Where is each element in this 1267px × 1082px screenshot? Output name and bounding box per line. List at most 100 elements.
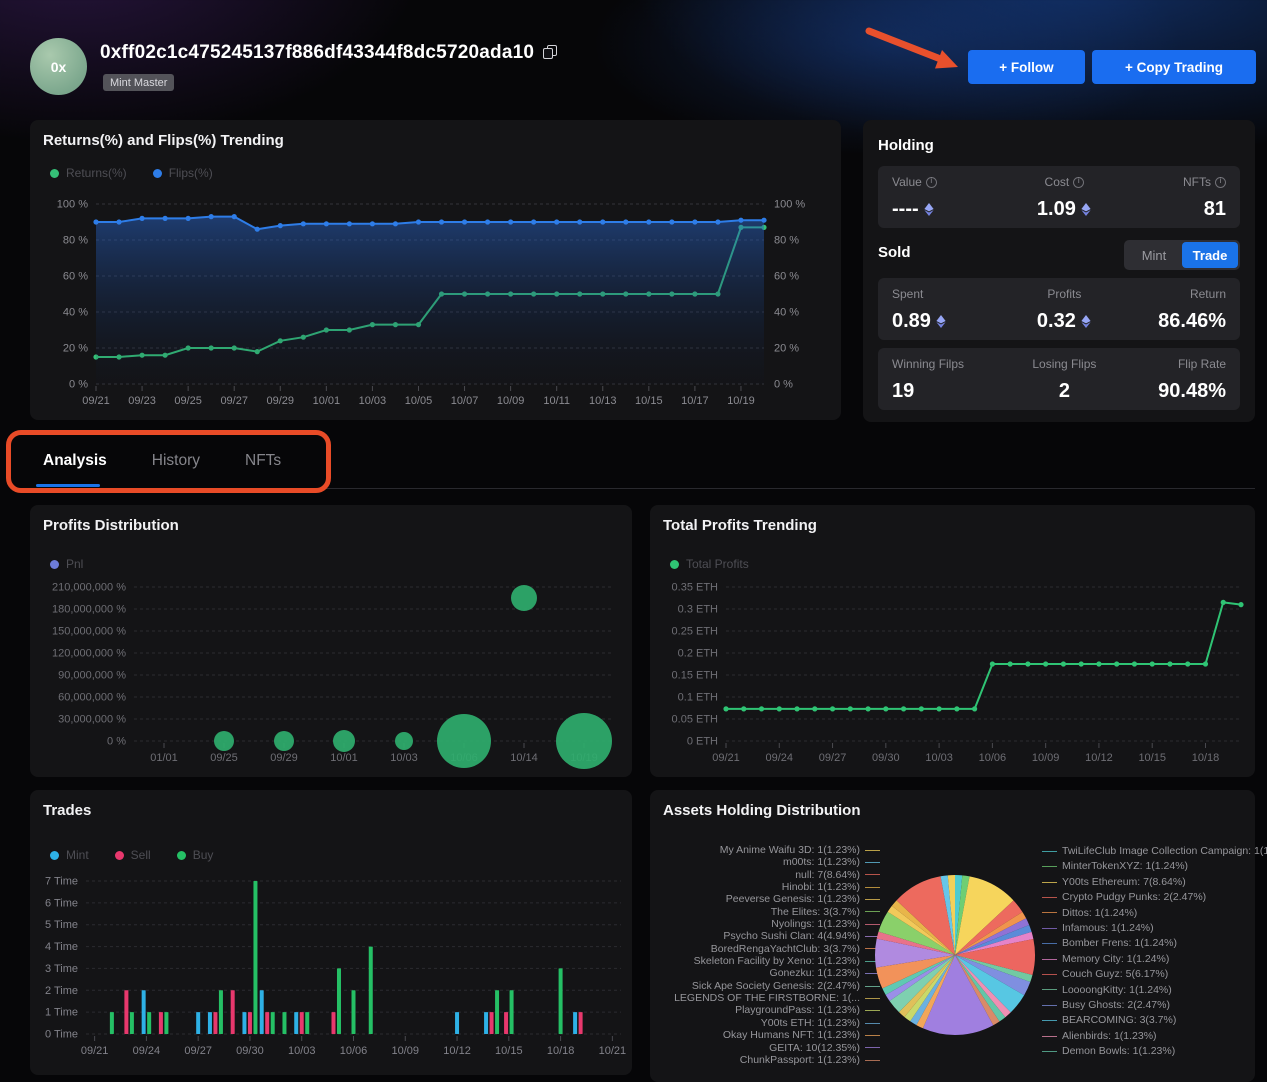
svg-text:30,000,000 %: 30,000,000 %	[58, 714, 126, 726]
svg-text:210,000,000 %: 210,000,000 %	[52, 582, 126, 594]
svg-text:0 %: 0 %	[107, 736, 126, 748]
trades-legend: Mint Sell Buy	[50, 848, 213, 862]
toggle-mint[interactable]: Mint	[1126, 242, 1182, 268]
pie-label: Crypto Pudgy Punks: 2(2.47%)	[1042, 890, 1250, 905]
svg-text:09/29: 09/29	[270, 752, 298, 764]
svg-text:0 %: 0 %	[774, 379, 793, 391]
svg-text:09/30: 09/30	[236, 1045, 264, 1057]
pie-label: Y00ts ETH: 1(1.23%)	[658, 1017, 880, 1029]
copy-address-icon[interactable]	[543, 45, 559, 61]
legend-item-flips[interactable]: Flips(%)	[153, 166, 213, 180]
flip-rate: Flip Rate 90.48%	[1118, 357, 1226, 401]
svg-text:10/03: 10/03	[925, 752, 953, 764]
pie-label: Sick Ape Society Genesis: 2(2.47%)	[658, 980, 880, 992]
avatar: 0x	[30, 38, 87, 95]
legend-item-total-profits[interactable]: Total Profits	[670, 557, 749, 571]
info-icon[interactable]	[926, 177, 937, 188]
legend-item-sell[interactable]: Sell	[115, 848, 151, 862]
info-icon[interactable]	[1073, 177, 1084, 188]
svg-text:10/14: 10/14	[510, 752, 538, 764]
legend-item-pnl[interactable]: Pnl	[50, 557, 83, 571]
eth-icon	[923, 203, 935, 216]
holding-nfts: NFTs 81	[1118, 175, 1226, 219]
returns-legend-dot	[50, 169, 59, 178]
pie-connector-line	[1042, 912, 1057, 913]
sold-return: Return 86.46%	[1118, 287, 1226, 331]
pie-connector-line	[1042, 1020, 1057, 1021]
eth-icon	[1080, 315, 1092, 328]
returns-flips-legend: Returns(%) Flips(%)	[50, 166, 213, 180]
profits-distribution-title: Profits Distribution	[43, 517, 179, 534]
svg-text:09/23: 09/23	[128, 395, 156, 407]
svg-text:1 Time: 1 Time	[45, 1007, 78, 1019]
pie-connector-line	[1042, 897, 1057, 898]
svg-text:3 Time: 3 Time	[45, 963, 78, 975]
holding-cost: Cost 1.09	[1011, 175, 1119, 219]
pie-connector-line	[1042, 882, 1057, 883]
svg-text:10/18: 10/18	[1192, 752, 1220, 764]
pie-label: GEITA: 10(12.35%)	[658, 1042, 880, 1054]
pie-label: Busy Ghosts: 2(2.47%)	[1042, 998, 1250, 1013]
toggle-trade[interactable]: Trade	[1182, 242, 1238, 268]
svg-text:09/27: 09/27	[819, 752, 847, 764]
sold-profits: Profits 0.32	[1011, 287, 1119, 331]
pie-label: Gonezku: 1(1.23%)	[658, 967, 880, 979]
svg-text:0 %: 0 %	[69, 379, 88, 391]
svg-text:10/09: 10/09	[1032, 752, 1060, 764]
pie-label: Memory City: 1(1.24%)	[1042, 952, 1250, 967]
tab-history[interactable]: History	[152, 452, 200, 484]
svg-text:09/21: 09/21	[82, 395, 110, 407]
svg-text:10/09: 10/09	[497, 395, 525, 407]
tab-analysis[interactable]: Analysis	[43, 452, 107, 484]
pie-label: Hinobi: 1(1.23%)	[658, 881, 880, 893]
svg-text:09/21: 09/21	[712, 752, 740, 764]
svg-text:09/29: 09/29	[267, 395, 295, 407]
svg-text:180,000,000 %: 180,000,000 %	[52, 604, 126, 616]
wallet-address-row: 0xff02c1c475245137f886df43344f8dc5720ada…	[100, 42, 559, 64]
pie-labels-left: My Anime Waifu 3D: 1(1.23%)m00ts: 1(1.23…	[658, 844, 880, 1066]
mint-legend-dot	[50, 851, 59, 860]
pie-connector-line	[1042, 959, 1057, 960]
pie-label: Y00ts Ethereum: 7(8.64%)	[1042, 875, 1250, 890]
svg-text:150,000,000 %: 150,000,000 %	[52, 626, 126, 638]
svg-text:5 Time: 5 Time	[45, 919, 78, 931]
profits-distribution-chart: 210,000,000 % 180,000,000 % 150,000,000 % 1…	[34, 575, 628, 771]
svg-text:10/11: 10/11	[543, 395, 570, 407]
svg-text:10/15: 10/15	[635, 395, 663, 407]
svg-text:80 %: 80 %	[63, 235, 88, 247]
pie-label: LoooongKitty: 1(1.24%)	[1042, 983, 1250, 998]
tab-nfts[interactable]: NFTs	[245, 452, 281, 484]
svg-text:10/03: 10/03	[359, 395, 387, 407]
follow-button[interactable]: + Follow	[968, 50, 1085, 84]
pie-connector-line	[1042, 928, 1057, 929]
copy-trading-button[interactable]: + Copy Trading	[1092, 50, 1256, 84]
svg-text:10/09: 10/09	[392, 1045, 420, 1057]
legend-item-buy[interactable]: Buy	[177, 848, 214, 862]
mint-trade-toggle: Mint Trade	[1124, 240, 1240, 270]
svg-text:0.25 ETH: 0.25 ETH	[672, 626, 719, 638]
info-icon[interactable]	[1215, 177, 1226, 188]
svg-text:10/03: 10/03	[390, 752, 418, 764]
sold-stats-row1: Spent 0.89 Profits 0.32 Return 86.46%	[878, 278, 1240, 340]
pie-labels-right: TwiLifeClub Image Collection Campaign: 1…	[1042, 844, 1250, 1060]
pie-label: null: 7(8.64%)	[658, 869, 880, 881]
returns-flips-chart: 100 %100 %80 %80 %60 %60 %40 %40 %20 %20…	[38, 192, 833, 414]
pie-connector-line	[1042, 866, 1057, 867]
svg-text:10/15: 10/15	[495, 1045, 523, 1057]
total-profits-legend-dot	[670, 560, 679, 569]
svg-text:09/30: 09/30	[872, 752, 900, 764]
trades-title: Trades	[43, 802, 91, 819]
svg-text:10/18: 10/18	[547, 1045, 575, 1057]
pnl-legend: Pnl	[50, 557, 83, 571]
active-tab-underline	[36, 484, 100, 487]
legend-item-returns[interactable]: Returns(%)	[50, 166, 127, 180]
legend-item-mint[interactable]: Mint	[50, 848, 89, 862]
svg-text:40 %: 40 %	[774, 307, 799, 319]
svg-text:10/17: 10/17	[681, 395, 709, 407]
pie-label: Demon Bowls: 1(1.23%)	[1042, 1044, 1250, 1059]
pie-connector-line	[865, 1047, 880, 1048]
holding-panel: Holding Value ---- Cost 1.09 NFTs 81 Sol…	[863, 120, 1255, 422]
tabs-divider	[30, 488, 1255, 489]
winning-flips: Winning Filps 19	[892, 357, 1011, 401]
trades-chart: 7 Time6 Time5 Time4 Time3 Time2 Time1 Ti…	[36, 868, 626, 1064]
